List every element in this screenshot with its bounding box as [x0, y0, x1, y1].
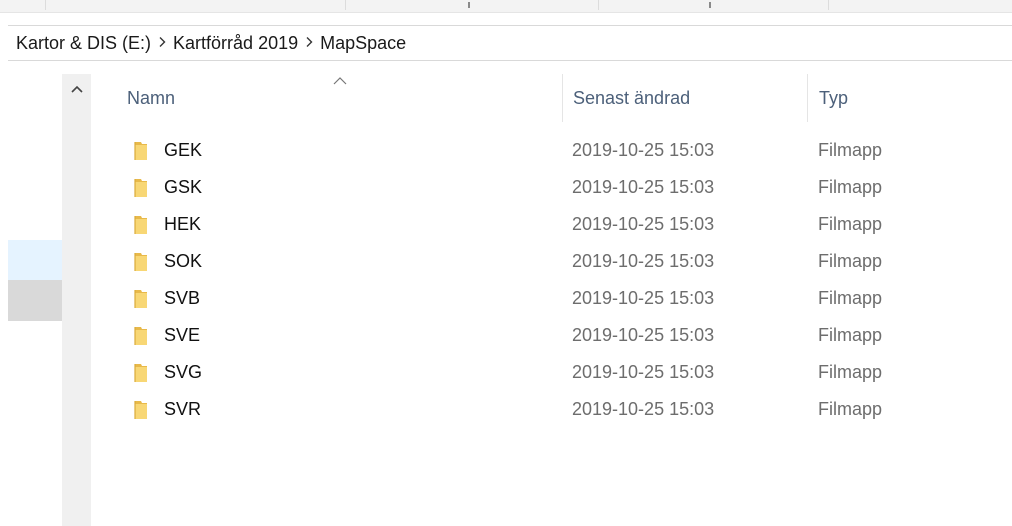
file-list: GEK 2019-10-25 15:03 Filmapp GSK 2019-10-25 …	[112, 132, 1012, 428]
file-modified: 2019-10-25 15:03	[572, 362, 715, 382]
folder-icon	[132, 178, 150, 198]
file-name: SVB	[164, 288, 201, 308]
folder-icon	[132, 326, 150, 346]
file-name-cell[interactable]: SVB	[112, 288, 562, 309]
nav-item-selected[interactable]	[8, 280, 62, 321]
file-name: SOK	[164, 251, 203, 271]
file-name-cell[interactable]: SVE	[112, 325, 562, 346]
address-bar[interactable]: Kartor & DIS (E:) Kartförråd 2019 MapSpa…	[8, 25, 1012, 61]
file-explorer-window: Kartor & DIS (E:) Kartförråd 2019 MapSpa…	[0, 0, 1012, 526]
file-name-cell[interactable]: HEK	[112, 214, 562, 235]
file-name-cell[interactable]: SVR	[112, 399, 562, 420]
column-header-name[interactable]: Namn	[112, 74, 562, 122]
file-name: SVG	[164, 362, 203, 382]
folder-icon	[132, 141, 150, 161]
ribbon-separator	[598, 0, 599, 10]
file-modified: 2019-10-25 15:03	[572, 177, 715, 197]
file-row[interactable]: SVE 2019-10-25 15:03 Filmapp	[112, 317, 1012, 354]
file-row[interactable]: GSK 2019-10-25 15:03 Filmapp	[112, 169, 1012, 206]
ribbon-separator	[345, 0, 346, 10]
folder-icon	[132, 289, 150, 309]
nav-item-hovered[interactable]	[8, 240, 62, 280]
chevron-up-icon[interactable]	[62, 74, 91, 104]
breadcrumb-folder[interactable]: Kartförråd 2019	[173, 33, 298, 54]
file-name-cell[interactable]: SVG	[112, 362, 562, 383]
file-type: Filmapp	[818, 140, 883, 160]
chevron-right-icon[interactable]	[151, 35, 173, 51]
file-name-cell[interactable]: GSK	[112, 177, 562, 198]
file-modified: 2019-10-25 15:03	[572, 214, 715, 234]
file-modified: 2019-10-25 15:03	[572, 251, 715, 271]
file-name: SVE	[164, 325, 201, 345]
file-name: SVR	[164, 399, 202, 419]
ribbon-mark	[709, 2, 711, 8]
file-type: Filmapp	[818, 399, 883, 419]
file-type: Filmapp	[818, 288, 883, 308]
file-name-cell[interactable]: GEK	[112, 140, 562, 161]
nav-scrollbar[interactable]	[62, 74, 91, 526]
file-modified: 2019-10-25 15:03	[572, 288, 715, 308]
ribbon-separator	[45, 0, 46, 10]
file-type: Filmapp	[818, 251, 883, 271]
file-modified: 2019-10-25 15:03	[572, 399, 715, 419]
ribbon-remnant	[0, 0, 1012, 13]
file-row[interactable]: GEK 2019-10-25 15:03 Filmapp	[112, 132, 1012, 169]
file-row[interactable]: SVB 2019-10-25 15:03 Filmapp	[112, 280, 1012, 317]
ribbon-separator	[828, 0, 829, 10]
file-row[interactable]: SVR 2019-10-25 15:03 Filmapp	[112, 391, 1012, 428]
folder-icon	[132, 252, 150, 272]
ribbon-mark	[468, 2, 470, 8]
file-type: Filmapp	[818, 177, 883, 197]
folder-icon	[132, 400, 150, 420]
folder-icon	[132, 363, 150, 383]
file-name-cell[interactable]: SOK	[112, 251, 562, 272]
chevron-right-icon[interactable]	[298, 35, 320, 51]
file-row[interactable]: SOK 2019-10-25 15:03 Filmapp	[112, 243, 1012, 280]
file-row[interactable]: SVG 2019-10-25 15:03 Filmapp	[112, 354, 1012, 391]
file-modified: 2019-10-25 15:03	[572, 140, 715, 160]
file-type: Filmapp	[818, 214, 883, 234]
column-header-type[interactable]: Typ	[807, 74, 1012, 122]
column-header-modified[interactable]: Senast ändrad	[562, 74, 807, 122]
file-name: GSK	[164, 177, 203, 197]
file-type: Filmapp	[818, 362, 883, 382]
file-type: Filmapp	[818, 325, 883, 345]
breadcrumb-current[interactable]: MapSpace	[320, 33, 406, 54]
folder-icon	[132, 215, 150, 235]
file-modified: 2019-10-25 15:03	[572, 325, 715, 345]
file-name: GEK	[164, 140, 203, 160]
breadcrumb-drive[interactable]: Kartor & DIS (E:)	[16, 33, 151, 54]
file-row[interactable]: HEK 2019-10-25 15:03 Filmapp	[112, 206, 1012, 243]
file-name: HEK	[164, 214, 202, 234]
